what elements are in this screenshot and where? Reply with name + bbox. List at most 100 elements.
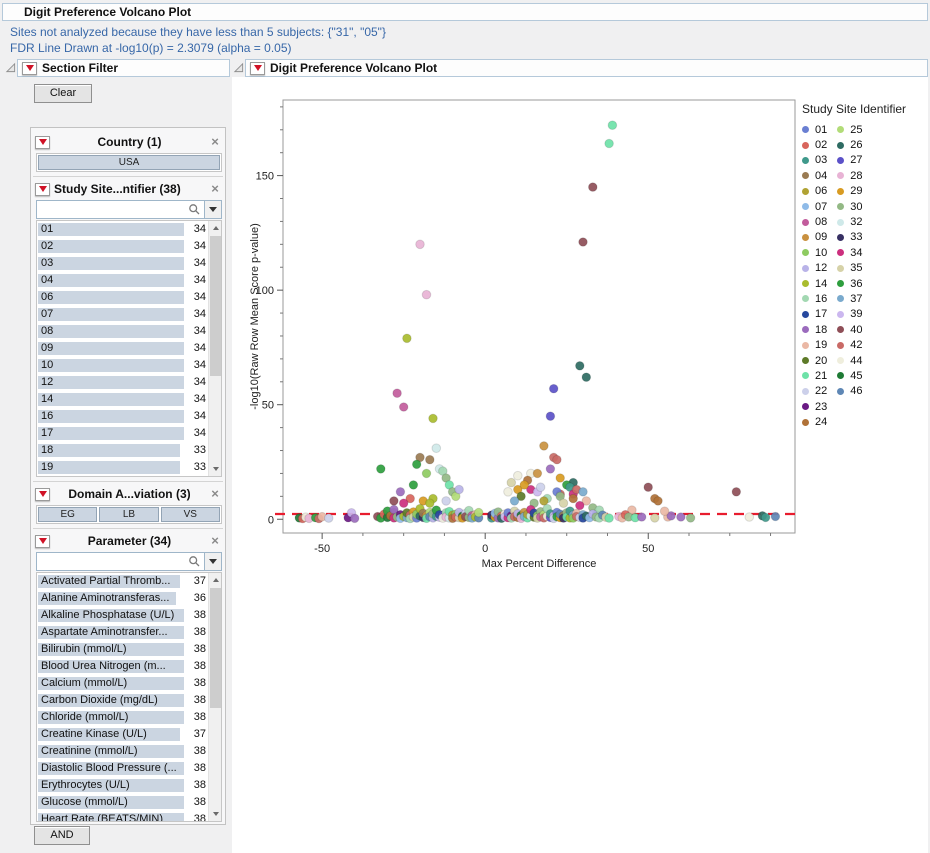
data-point[interactable] (432, 444, 441, 453)
legend-item-27[interactable]: 27 (837, 153, 862, 168)
data-point[interactable] (637, 513, 646, 522)
legend-item-30[interactable]: 30 (837, 199, 862, 214)
data-point[interactable] (654, 497, 663, 506)
legend-item-45[interactable]: 45 (837, 368, 862, 383)
domain-value-eg[interactable]: EG (38, 507, 97, 522)
data-point[interactable] (474, 508, 483, 517)
data-point[interactable] (582, 373, 591, 382)
clear-button[interactable]: Clear (34, 84, 92, 103)
data-point[interactable] (732, 488, 741, 497)
data-point[interactable] (396, 488, 405, 497)
list-item[interactable]: 1034 (37, 357, 208, 374)
list-item[interactable]: Diastolic Blood Pressure (...38 (37, 760, 208, 777)
data-point[interactable] (589, 183, 598, 192)
list-item[interactable]: 1734 (37, 425, 208, 442)
legend-item-12[interactable]: 12 (802, 261, 827, 276)
scroll-up-icon[interactable] (209, 221, 222, 235)
legend-item-42[interactable]: 42 (837, 337, 862, 352)
list-item[interactable]: 1833 (37, 442, 208, 459)
data-point[interactable] (660, 507, 669, 516)
domain-close-icon[interactable]: × (209, 487, 221, 501)
legend-item-32[interactable]: 32 (837, 214, 862, 229)
data-point[interactable] (686, 514, 695, 523)
scroll-up-icon[interactable] (209, 573, 222, 587)
site-close-icon[interactable]: × (209, 182, 221, 196)
data-point[interactable] (553, 455, 562, 464)
list-item[interactable]: Activated Partial Thromb...37 (37, 573, 208, 590)
data-point[interactable] (576, 362, 585, 371)
list-item[interactable]: 0334 (37, 255, 208, 272)
legend-item-40[interactable]: 40 (837, 322, 862, 337)
legend-item-22[interactable]: 22 (802, 384, 827, 399)
parameter-close-icon[interactable]: × (209, 534, 221, 548)
list-item[interactable]: 1434 (37, 391, 208, 408)
legend-item-24[interactable]: 24 (802, 414, 827, 429)
data-point[interactable] (507, 478, 516, 487)
list-item[interactable]: Creatinine (mmol/L)38 (37, 743, 208, 760)
data-point[interactable] (455, 485, 464, 494)
legend-item-37[interactable]: 37 (837, 291, 862, 306)
data-point[interactable] (409, 481, 418, 490)
data-point[interactable] (416, 240, 425, 249)
data-point[interactable] (510, 497, 519, 506)
disclosure-icon[interactable] (5, 62, 16, 73)
domain-menu-button[interactable] (35, 488, 50, 501)
data-point[interactable] (569, 494, 578, 503)
legend-item-16[interactable]: 16 (802, 291, 827, 306)
and-button[interactable]: AND (34, 826, 90, 845)
legend-item-08[interactable]: 08 (802, 214, 827, 229)
legend-item-46[interactable]: 46 (837, 384, 862, 399)
parameter-list-scrollbar[interactable] (208, 573, 221, 821)
data-point[interactable] (546, 412, 555, 421)
legend-item-21[interactable]: 21 (802, 368, 827, 383)
volcano-plot[interactable]: 050100150-50050Max Percent Difference-lo… (246, 90, 816, 600)
data-point[interactable] (605, 139, 614, 148)
data-point[interactable] (576, 501, 585, 510)
data-point[interactable] (393, 389, 402, 398)
country-close-icon[interactable]: × (209, 135, 221, 149)
data-point[interactable] (399, 499, 408, 508)
legend-item-20[interactable]: 20 (802, 353, 827, 368)
list-item[interactable]: Carbon Dioxide (mg/dL)38 (37, 692, 208, 709)
list-item[interactable]: Calcium (mmol/L)38 (37, 675, 208, 692)
data-point[interactable] (644, 483, 653, 492)
data-point[interactable] (761, 513, 770, 522)
data-point[interactable] (745, 513, 754, 522)
data-point[interactable] (399, 403, 408, 412)
legend-item-44[interactable]: 44 (837, 353, 862, 368)
legend-item-01[interactable]: 01 (802, 122, 827, 137)
country-menu-button[interactable] (35, 136, 50, 149)
legend-item-34[interactable]: 34 (837, 245, 862, 260)
legend-item-09[interactable]: 09 (802, 230, 827, 245)
data-point[interactable] (608, 121, 617, 130)
legend-item-28[interactable]: 28 (837, 168, 862, 183)
list-item[interactable]: Blood Urea Nitrogen (m...38 (37, 658, 208, 675)
list-item[interactable]: Chloride (mmol/L)38 (37, 709, 208, 726)
data-point[interactable] (324, 514, 333, 523)
data-point[interactable] (540, 442, 549, 451)
data-point[interactable] (556, 474, 565, 483)
data-point[interactable] (546, 465, 555, 474)
domain-value-vs[interactable]: VS (161, 507, 220, 522)
country-value-usa[interactable]: USA (38, 155, 220, 170)
data-point[interactable] (426, 455, 435, 464)
legend-item-36[interactable]: 36 (837, 276, 862, 291)
data-point[interactable] (533, 469, 542, 478)
scrollbar-thumb[interactable] (210, 236, 221, 376)
legend-item-06[interactable]: 06 (802, 184, 827, 199)
site-menu-button[interactable] (35, 183, 50, 196)
legend-item-29[interactable]: 29 (837, 184, 862, 199)
list-item[interactable]: Alanine Aminotransferas...36 (37, 590, 208, 607)
parameter-search-input[interactable] (37, 556, 188, 568)
legend-item-23[interactable]: 23 (802, 399, 827, 414)
data-point[interactable] (579, 488, 588, 497)
list-item[interactable]: Erythrocytes (U/L)38 (37, 777, 208, 794)
data-point[interactable] (412, 460, 421, 469)
data-point[interactable] (549, 384, 558, 393)
list-item[interactable]: 1234 (37, 374, 208, 391)
legend-item-14[interactable]: 14 (802, 276, 827, 291)
legend-item-02[interactable]: 02 (802, 137, 827, 152)
data-point[interactable] (559, 499, 568, 508)
parameter-search-dropdown-button[interactable] (205, 552, 222, 571)
legend-item-33[interactable]: 33 (837, 230, 862, 245)
